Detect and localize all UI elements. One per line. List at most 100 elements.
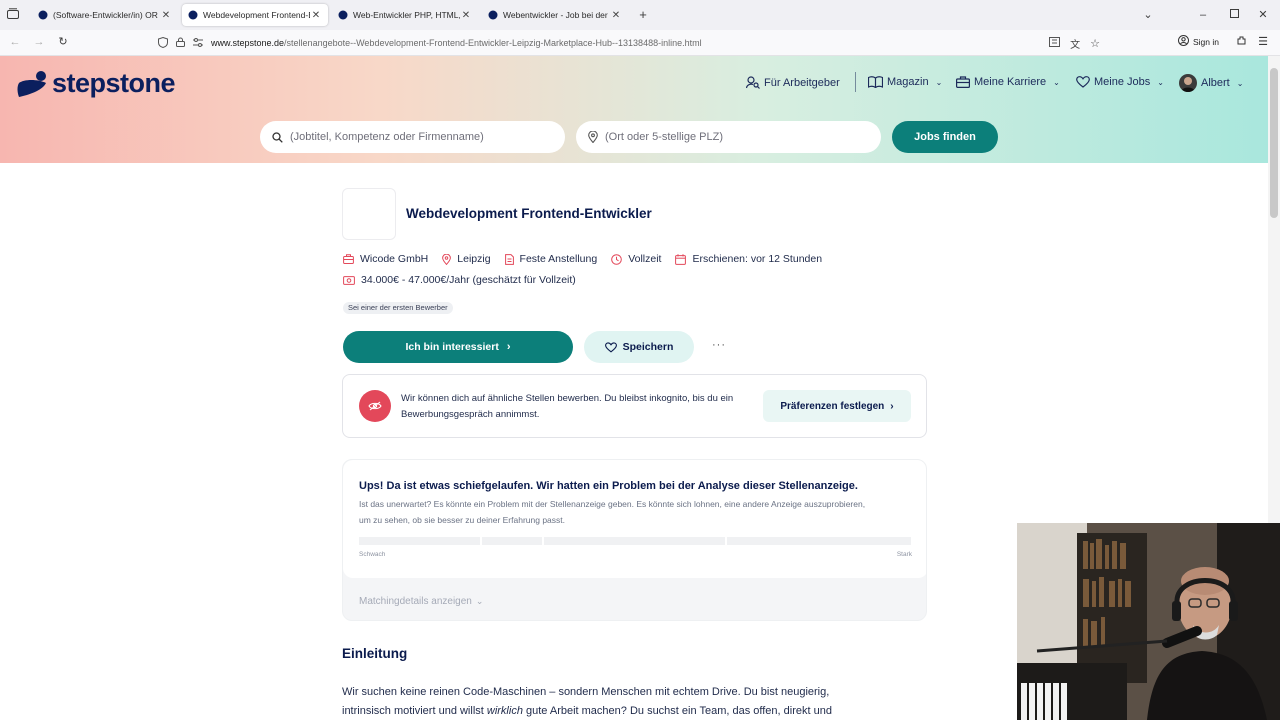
job-title: Webdevelopment Frontend-Entwickler bbox=[406, 206, 652, 221]
stepstone-favicon-icon bbox=[38, 10, 48, 20]
tab-title: (Software-Entwickler/in) OR (We bbox=[53, 10, 160, 20]
maximize-icon[interactable] bbox=[1227, 8, 1241, 22]
book-icon bbox=[868, 76, 883, 88]
reload-icon[interactable]: ↻ bbox=[56, 35, 70, 49]
tab-list-chevron-icon[interactable]: ⌄ bbox=[1141, 8, 1155, 22]
menu-icon[interactable]: ☰ bbox=[1256, 35, 1270, 49]
nav-user-menu[interactable]: Albert ⌄ bbox=[1179, 74, 1243, 92]
briefcase-icon bbox=[956, 76, 970, 88]
matching-details-toggle[interactable]: Matchingdetails anzeigen ⌄ bbox=[359, 596, 483, 607]
avatar bbox=[1179, 74, 1197, 92]
meta-published: Erschienen: vor 12 Stunden bbox=[675, 253, 822, 265]
sign-in-button[interactable]: Sign in bbox=[1178, 35, 1219, 48]
user-name: Albert bbox=[1201, 77, 1230, 89]
forward-icon[interactable]: → bbox=[32, 35, 46, 49]
find-jobs-button[interactable]: Jobs finden bbox=[892, 121, 998, 153]
apply-button[interactable]: Ich bin interessiert › bbox=[343, 331, 573, 363]
more-options-button[interactable]: ··· bbox=[712, 339, 726, 351]
browser-tab-2[interactable]: Webdevelopment Frontend-Entw ✕ bbox=[182, 4, 328, 26]
incognito-text: Wir können dich auf ähnliche Stellen bew… bbox=[401, 393, 734, 420]
intro-line-2a: intrinsisch motiviert und willst bbox=[342, 705, 487, 717]
chevron-right-icon: › bbox=[890, 400, 894, 412]
company-logo bbox=[342, 188, 396, 240]
match-bar-segment bbox=[544, 537, 725, 545]
building-icon bbox=[343, 254, 354, 264]
tab-close-icon[interactable]: ✕ bbox=[160, 10, 172, 21]
location-search-input[interactable]: (Ort oder 5-stellige PLZ) bbox=[576, 121, 881, 153]
chevron-right-icon: › bbox=[506, 341, 511, 353]
nav-magazine-label: Magazin bbox=[887, 76, 929, 88]
account-icon bbox=[1178, 35, 1189, 48]
match-bar-segment bbox=[482, 537, 542, 545]
stepstone-logo-icon bbox=[17, 70, 46, 97]
set-preferences-button[interactable]: Präferenzen festlegen › bbox=[763, 390, 911, 422]
location-pin-icon bbox=[588, 131, 598, 143]
match-weak-label: Schwach bbox=[359, 551, 386, 558]
chevron-down-icon: ⌄ bbox=[1236, 78, 1244, 88]
tab-close-icon[interactable]: ✕ bbox=[610, 10, 622, 21]
save-label: Speichern bbox=[622, 341, 674, 353]
stepstone-favicon-icon bbox=[338, 10, 348, 20]
sign-in-label: Sign in bbox=[1193, 36, 1219, 47]
eye-off-icon bbox=[359, 390, 391, 422]
webcam-presenter-image bbox=[1017, 523, 1280, 720]
back-icon[interactable]: ← bbox=[8, 35, 22, 49]
address-bar[interactable]: www.stepstone.de/stellenangebote--Webdev… bbox=[152, 32, 1100, 54]
nav-magazine[interactable]: Magazin ⌄ bbox=[868, 76, 942, 88]
matching-card: Ups! Da ist etwas schiefgelaufen. Wir ha… bbox=[342, 459, 927, 621]
extensions-icon[interactable] bbox=[1234, 35, 1248, 50]
match-bar-segment bbox=[727, 537, 911, 545]
shield-icon[interactable] bbox=[158, 36, 168, 50]
working-hours: Vollzeit bbox=[628, 253, 662, 265]
nav-career[interactable]: Meine Karriere ⌄ bbox=[956, 76, 1060, 88]
chevron-down-icon: ⌄ bbox=[935, 77, 943, 87]
scrollbar-thumb[interactable] bbox=[1270, 68, 1278, 218]
intro-line-2b: gute Arbeit machen? Du suchst ein Team, … bbox=[522, 705, 832, 717]
set-preferences-label: Präferenzen festlegen bbox=[780, 400, 885, 412]
tab-close-icon[interactable]: ✕ bbox=[460, 10, 472, 21]
reader-mode-icon[interactable] bbox=[1049, 37, 1061, 49]
nav-employers[interactable]: Für Arbeitgeber bbox=[746, 76, 840, 89]
close-window-icon[interactable]: ✕ bbox=[1256, 8, 1270, 22]
browser-tab-4[interactable]: Webentwickler - Job bei der Fir ✕ bbox=[482, 4, 628, 26]
nav-my-jobs[interactable]: Meine Jobs ⌄ bbox=[1076, 76, 1164, 88]
intro-heading: Einleitung bbox=[342, 646, 408, 661]
nav-my-jobs-label: Meine Jobs bbox=[1094, 76, 1151, 88]
url-path: /stellenangebote--Webdevelopment-Fronten… bbox=[284, 38, 702, 48]
heart-icon bbox=[604, 341, 617, 352]
page-info-icon[interactable] bbox=[193, 37, 203, 49]
stepstone-logo[interactable]: stepstone bbox=[16, 68, 176, 99]
intro-line-1: Wir suchen keine reinen Code-Maschinen –… bbox=[342, 686, 830, 698]
bookmark-star-icon[interactable]: ☆ bbox=[1090, 37, 1100, 50]
matching-error-panel: Ups! Da ist etwas schiefgelaufen. Wir ha… bbox=[343, 460, 926, 578]
published-date: Erschienen: vor 12 Stunden bbox=[692, 253, 823, 265]
browser-tab-3[interactable]: Web-Entwickler PHP, HTML, Jav ✕ bbox=[332, 4, 478, 26]
document-icon bbox=[504, 253, 514, 265]
nav-employers-label: Für Arbeitgeber bbox=[764, 76, 840, 89]
tab-title: Webentwickler - Job bei der Fir bbox=[503, 10, 610, 20]
job-search-placeholder: (Jobtitel, Kompetenz oder Firmenname) bbox=[290, 131, 484, 143]
tab-overview-icon[interactable] bbox=[6, 8, 20, 23]
match-strong-label: Stark bbox=[896, 551, 912, 558]
browser-tab-1[interactable]: (Software-Entwickler/in) OR (We ✕ bbox=[32, 4, 178, 26]
matching-error-title: Ups! Da ist etwas schiefgelaufen. Wir ha… bbox=[359, 480, 858, 492]
tab-title: Webdevelopment Frontend-Entw bbox=[203, 10, 310, 20]
lock-icon[interactable] bbox=[176, 37, 185, 49]
location-pin-icon bbox=[442, 253, 452, 265]
save-job-button[interactable]: Speichern bbox=[584, 331, 694, 363]
tab-close-icon[interactable]: ✕ bbox=[310, 10, 322, 21]
job-search-input[interactable]: (Jobtitel, Kompetenz oder Firmenname) bbox=[260, 121, 565, 153]
meta-hours: Vollzeit bbox=[611, 253, 661, 265]
intro-emphasis: wirklich bbox=[486, 705, 523, 717]
new-tab-icon[interactable]: + bbox=[636, 8, 650, 22]
meta-company[interactable]: Wicode GmbH bbox=[343, 253, 428, 265]
contract-type: Feste Anstellung bbox=[519, 253, 598, 265]
chevron-down-icon: ⌄ bbox=[1157, 77, 1164, 87]
incognito-info-card: Wir können dich auf ähnliche Stellen bew… bbox=[342, 374, 927, 438]
nav-divider bbox=[855, 72, 856, 92]
meta-location: Leipzig bbox=[442, 253, 491, 265]
meta-salary: 34.000€ - 47.000€/Jahr (geschätzt für Vo… bbox=[343, 274, 576, 286]
translate-icon[interactable]: 文 bbox=[1070, 36, 1080, 51]
minimize-icon[interactable]: – bbox=[1196, 8, 1210, 22]
location-search-placeholder: (Ort oder 5-stellige PLZ) bbox=[605, 131, 723, 143]
